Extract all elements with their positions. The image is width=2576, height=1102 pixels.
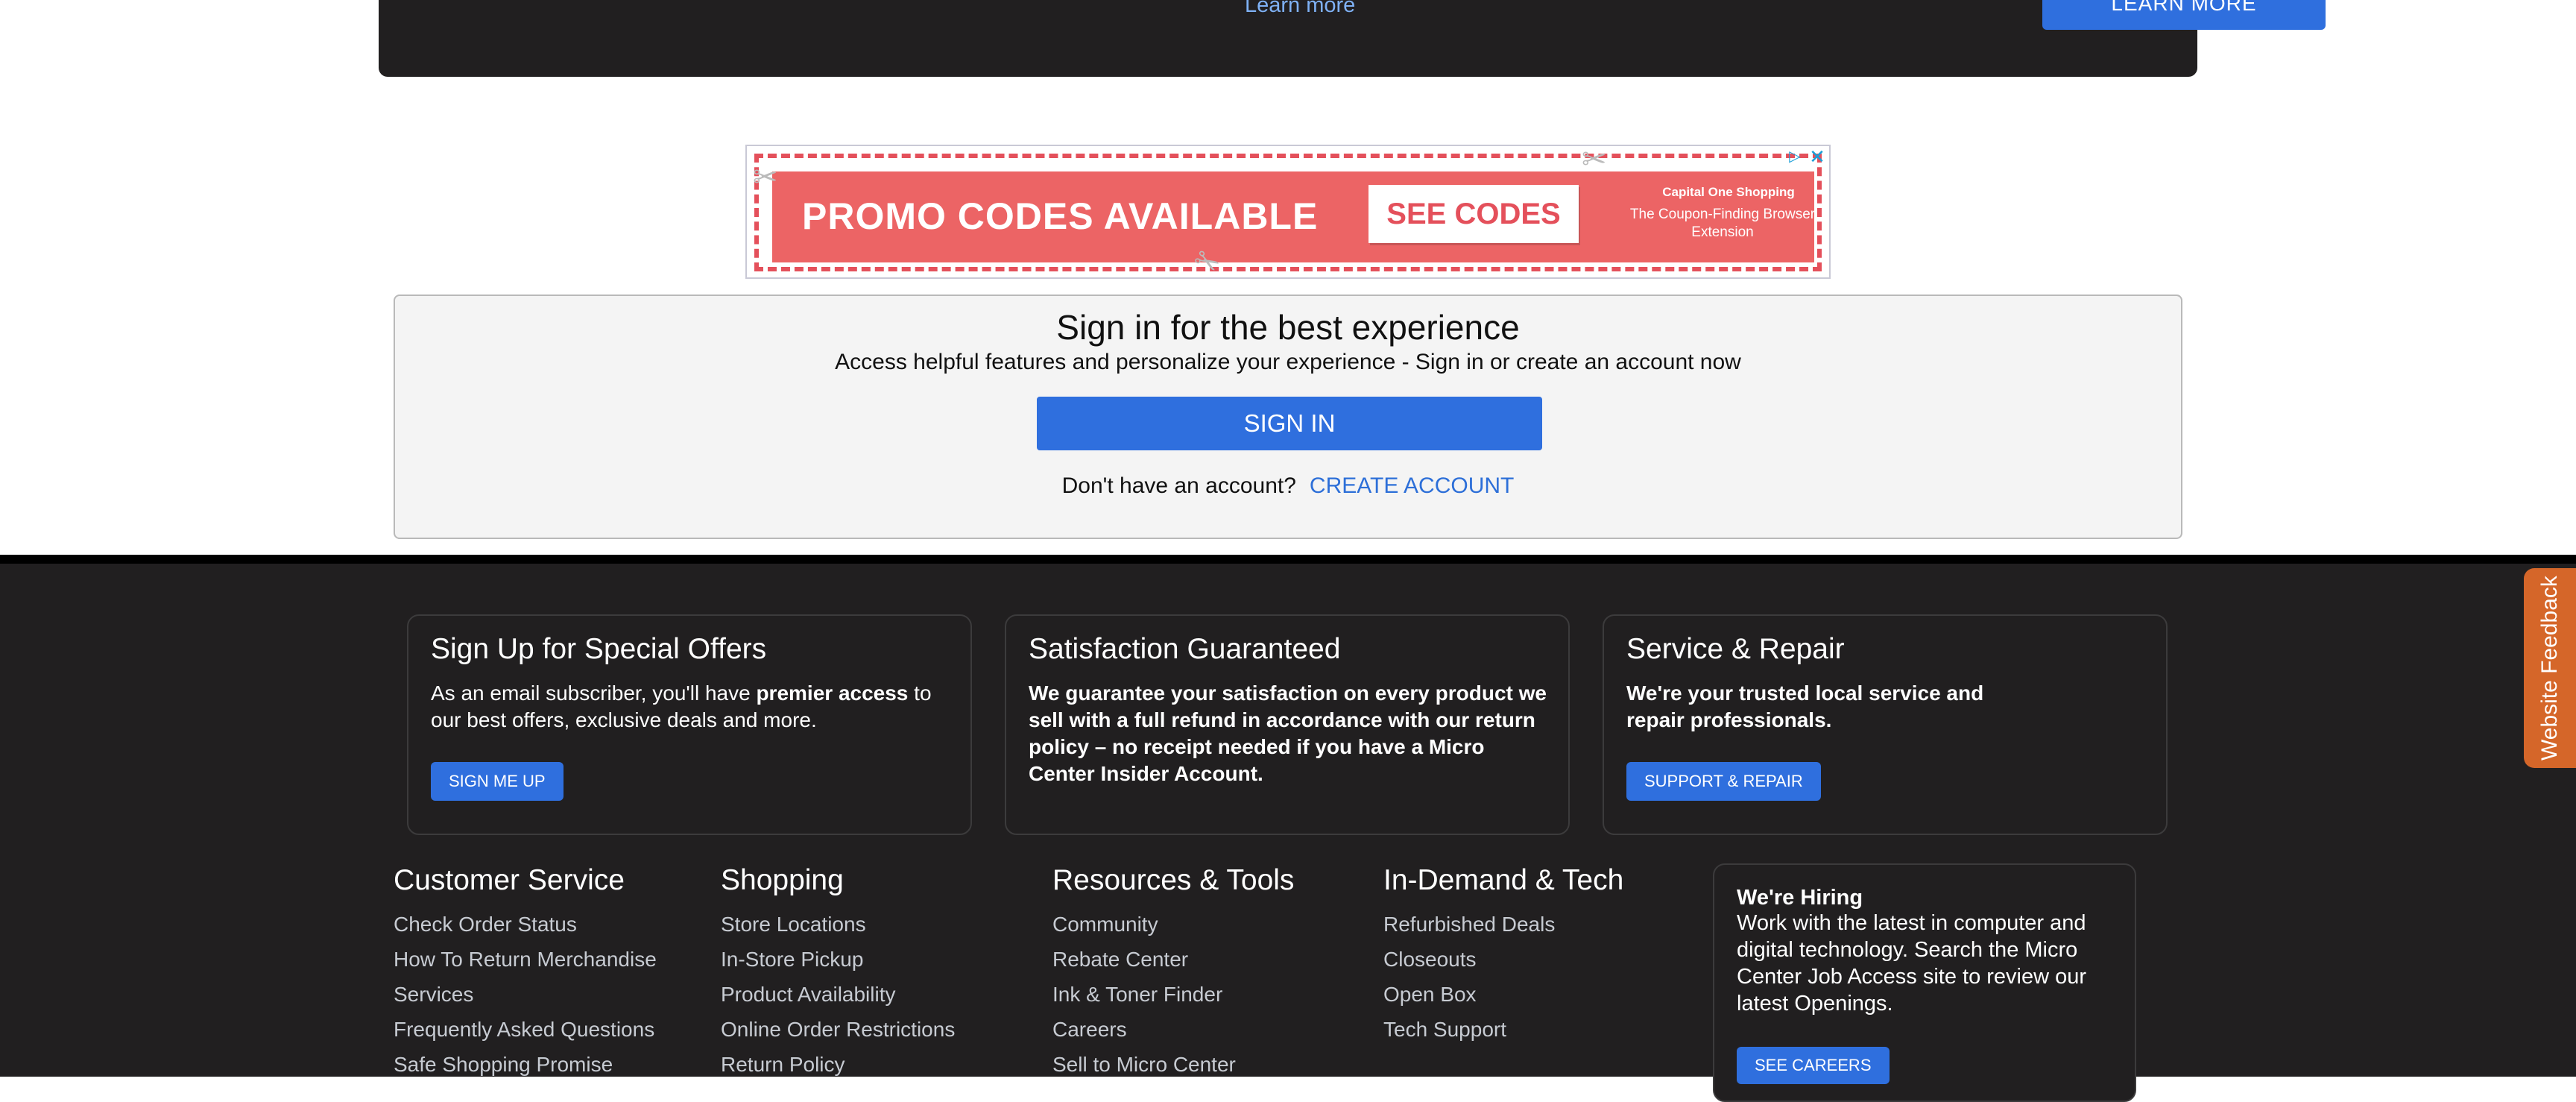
see-careers-button[interactable]: SEE CAREERS bbox=[1737, 1047, 1890, 1084]
learn-more-button[interactable]: LEARN MORE bbox=[2042, 0, 2326, 30]
hiring-title: We're Hiring bbox=[1737, 886, 1863, 910]
footer-link[interactable]: Return Policy bbox=[721, 1047, 955, 1082]
ad-choices-icon[interactable]: ▷ bbox=[1786, 148, 1804, 166]
service-repair-text: We're your trusted local service and rep… bbox=[1626, 681, 1984, 731]
special-offers-title: Sign Up for Special Offers bbox=[431, 633, 767, 665]
ad-coupon-panel[interactable]: PROMO CODES AVAILABLE SEE CODES Capital … bbox=[772, 171, 1815, 262]
learn-more-link[interactable]: Learn more bbox=[1245, 0, 1355, 18]
footer-link[interactable]: Store Locations bbox=[721, 907, 955, 942]
footer-link[interactable]: Refurbished Deals bbox=[1383, 907, 1623, 942]
special-offers-card: Sign Up for Special Offers As an email s… bbox=[407, 614, 972, 835]
footer-link[interactable]: Check Order Status bbox=[394, 907, 657, 942]
footer-col-title: Resources & Tools bbox=[1052, 864, 1295, 896]
service-repair-card: Service & Repair We're your trusted loca… bbox=[1603, 614, 2168, 835]
see-codes-button[interactable]: SEE CODES bbox=[1368, 185, 1579, 243]
footer-link[interactable]: In-Store Pickup bbox=[721, 942, 955, 977]
footer-link[interactable]: Community bbox=[1052, 907, 1294, 942]
satisfaction-title: Satisfaction Guaranteed bbox=[1029, 633, 1341, 665]
footer-link[interactable]: Frequently Asked Questions bbox=[394, 1012, 657, 1047]
create-account-link[interactable]: CREATE ACCOUNT bbox=[1310, 473, 1514, 498]
no-account-text: Don't have an account? bbox=[1061, 473, 1296, 498]
scissors-icon: ✂ bbox=[1582, 143, 1607, 176]
footer-col-title: In-Demand & Tech bbox=[1383, 864, 1624, 896]
sign-in-button[interactable]: SIGN IN bbox=[1037, 397, 1542, 450]
footer-link[interactable]: Sell to Micro Center bbox=[1052, 1047, 1294, 1082]
footer-link[interactable]: Open Box bbox=[1383, 977, 1623, 1012]
footer-col-title: Customer Service bbox=[394, 864, 625, 896]
signin-panel: Sign in for the best experience Access h… bbox=[394, 295, 2182, 539]
website-feedback-label: Website Feedback bbox=[2537, 576, 2562, 761]
service-repair-title: Service & Repair bbox=[1626, 633, 1845, 665]
hiring-card: We're Hiring Work with the latest in com… bbox=[1713, 863, 2136, 1102]
ad-headline: PROMO CODES AVAILABLE bbox=[802, 195, 1319, 237]
satisfaction-text: We guarantee your satisfaction on every … bbox=[1029, 681, 1547, 785]
footer-link[interactable]: How To Return Merchandise bbox=[394, 942, 657, 977]
ad-dashed-border: PROMO CODES AVAILABLE SEE CODES Capital … bbox=[753, 145, 1822, 283]
website-feedback-tab[interactable]: Website Feedback bbox=[2524, 568, 2576, 768]
scissors-icon: ✂ bbox=[753, 161, 778, 194]
footer-link[interactable]: Tech Support bbox=[1383, 1012, 1623, 1047]
footer-link[interactable]: Careers bbox=[1052, 1012, 1294, 1047]
satisfaction-card: Satisfaction Guaranteed We guarantee you… bbox=[1005, 614, 1570, 835]
special-offers-text: As an email subscriber, you'll have prem… bbox=[431, 681, 932, 731]
footer-link[interactable]: Safe Shopping Promise bbox=[394, 1047, 657, 1082]
no-account-row: Don't have an account? CREATE ACCOUNT bbox=[395, 473, 2181, 500]
footer-link[interactable]: Rebate Center bbox=[1052, 942, 1294, 977]
site-footer: Sign Up for Special Offers As an email s… bbox=[0, 555, 2576, 1102]
footer-link[interactable]: Closeouts bbox=[1383, 942, 1623, 977]
hiring-text: Work with the latest in computer and dig… bbox=[1737, 911, 2087, 1016]
footer-col-customer-service: Customer Service Check Order Status How … bbox=[394, 862, 657, 1082]
top-banner: Learn more LEARN MORE bbox=[379, 0, 2326, 77]
footer-link[interactable]: Services bbox=[394, 977, 657, 1012]
signin-title: Sign in for the best experience bbox=[1056, 308, 1520, 347]
footer-col-shopping: Shopping Store Locations In-Store Pickup… bbox=[721, 862, 955, 1082]
support-repair-button[interactable]: SUPPORT & REPAIR bbox=[1626, 762, 1821, 801]
ad-brand-logo: Capital One Shopping bbox=[1662, 185, 1795, 199]
ad-close-icon[interactable]: ✕ bbox=[1807, 146, 1828, 167]
sign-me-up-button[interactable]: SIGN ME UP bbox=[431, 762, 564, 801]
footer-col-in-demand-tech: In-Demand & Tech Refurbished Deals Close… bbox=[1383, 862, 1623, 1047]
signin-subtitle: Access helpful features and personalize … bbox=[835, 350, 1741, 374]
footer-link[interactable]: Product Availability bbox=[721, 977, 955, 1012]
footer-link[interactable]: Ink & Toner Finder bbox=[1052, 977, 1294, 1012]
footer-col-title: Shopping bbox=[721, 864, 844, 896]
promo-advertisement[interactable]: PROMO CODES AVAILABLE SEE CODES Capital … bbox=[745, 145, 1831, 283]
ad-subtext: The Coupon-Finding Browser Extension bbox=[1629, 207, 1816, 240]
footer-link[interactable]: Online Order Restrictions bbox=[721, 1012, 955, 1047]
footer-col-resources-tools: Resources & Tools Community Rebate Cente… bbox=[1052, 862, 1294, 1082]
